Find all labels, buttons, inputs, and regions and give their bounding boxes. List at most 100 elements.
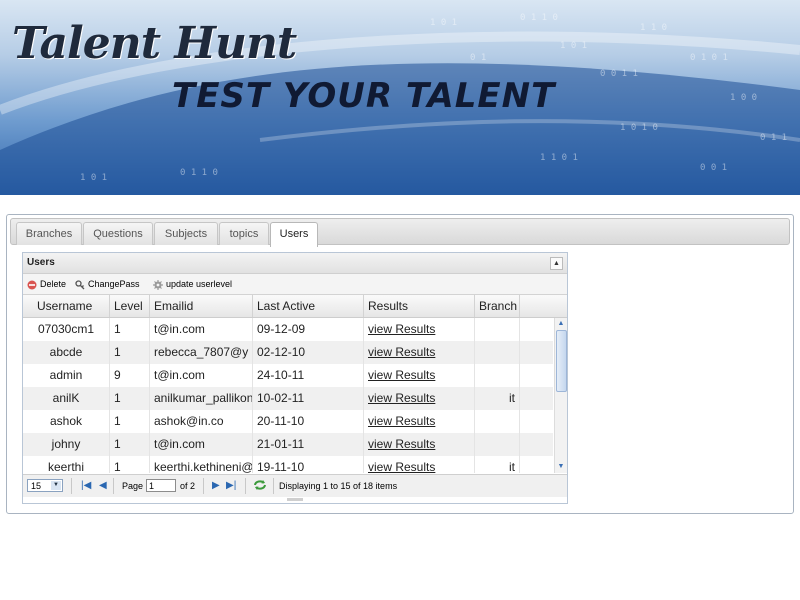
grid-pager: 15 ▼ |◀ ◀ Page 1 of 2 ▶ ▶| Displaying 1 … [23,474,567,497]
cell-last-active: 24-10-11 [253,364,364,387]
table-row[interactable]: keerthi 1 keerthi.kethineni@ 19-11-10 vi… [23,456,553,473]
table-row[interactable]: ashok 1 ashok@in.co 20-11-10 view Result… [23,410,553,433]
svg-text:0 0 1 1: 0 0 1 1 [600,69,638,79]
scroll-thumb[interactable] [556,330,567,392]
tab-subjects[interactable]: Subjects [154,222,218,245]
pager-display-text: Displaying 1 to 15 of 18 items [279,481,398,491]
grid-title: Users [27,257,55,268]
col-header-username[interactable]: Username [23,295,110,317]
cell-username: admin [23,364,110,387]
view-results-link[interactable]: view Results [368,460,435,473]
svg-text:1 0 1 0: 1 0 1 0 [620,123,658,133]
cell-username: anilK [23,387,110,410]
svg-text:1 0 0: 1 0 0 [730,93,757,103]
cell-email: anilkumar_pallikon [150,387,253,410]
cell-branch [475,318,520,341]
page-size-select[interactable]: 15 ▼ [27,479,63,492]
page-of-label: of 2 [180,481,196,491]
cell-email: t@in.com [150,364,253,387]
table-row[interactable]: abcde 1 rebecca_7807@y 02-12-10 view Res… [23,341,553,364]
prev-page-icon[interactable]: ◀ [99,480,107,492]
cell-branch [475,410,520,433]
tab-topics[interactable]: topics [219,222,269,245]
table-row[interactable]: admin 9 t@in.com 24-10-11 view Results [23,364,553,387]
delete-button[interactable]: Delete [27,278,66,291]
scroll-up-icon[interactable]: ▲ [556,319,566,329]
vertical-scrollbar[interactable]: ▲ ▼ [554,318,567,473]
changepass-button[interactable]: ChangePass [75,278,140,291]
table-row[interactable]: 07030cm1 1 t@in.com 09-12-09 view Result… [23,318,553,341]
cell-username: abcde [23,341,110,364]
pager-separator [71,478,72,494]
col-header-emailid[interactable]: Emailid [150,295,253,317]
cell-last-active: 20-11-10 [253,410,364,433]
view-results-link[interactable]: view Results [368,368,435,382]
col-header-level[interactable]: Level [110,295,150,317]
cell-branch [475,433,520,456]
pager-separator [273,478,274,494]
changepass-label: ChangePass [88,279,140,289]
view-results-link[interactable]: view Results [368,391,435,405]
svg-text:1 0 1: 1 0 1 [430,18,457,28]
svg-text:1 0 1: 1 0 1 [80,173,107,183]
cell-username: ashok [23,410,110,433]
svg-text:0 1 1 0: 0 1 1 0 [180,168,218,178]
cell-level: 1 [110,387,150,410]
first-page-icon[interactable]: |◀ [81,480,91,492]
update-userlevel-button[interactable]: update userlevel [153,278,232,291]
cell-email: t@in.com [150,433,253,456]
tab-branches[interactable]: Branches [16,222,82,245]
tab-panel: Branches Questions Subjects topics Users… [6,214,794,514]
cell-username: johny [23,433,110,456]
svg-text:1 1 0 1: 1 1 0 1 [540,153,578,163]
cell-last-active: 10-02-11 [253,387,364,410]
cell-level: 9 [110,364,150,387]
gear-icon [153,279,163,290]
update-userlevel-label: update userlevel [166,279,233,289]
cell-email: ashok@in.co [150,410,253,433]
col-header-results[interactable]: Results [364,295,475,317]
svg-text:1 1 0: 1 1 0 [640,23,667,33]
grid-header: Username Level Emailid Last Active Resul… [23,295,567,318]
grid-resize-handle[interactable] [287,498,303,501]
cell-level: 1 [110,456,150,473]
cell-username: 07030cm1 [23,318,110,341]
delete-icon [27,280,37,290]
brand-logo-title: Talent Hunt [12,18,297,69]
cell-username: keerthi [23,456,110,473]
cell-email: keerthi.kethineni@ [150,456,253,473]
page-number-input[interactable]: 1 [146,479,176,492]
cell-last-active: 02-12-10 [253,341,364,364]
col-header-branch[interactable]: Branch [475,295,520,317]
table-row[interactable]: johny 1 t@in.com 21-01-11 view Results [23,433,553,456]
last-page-icon[interactable]: ▶| [226,480,236,492]
view-results-link[interactable]: view Results [368,437,435,451]
cell-last-active: 21-01-11 [253,433,364,456]
refresh-icon[interactable] [253,479,267,495]
cell-level: 1 [110,410,150,433]
cell-level: 1 [110,433,150,456]
table-row[interactable]: anilK 1 anilkumar_pallikon 10-02-11 view… [23,387,553,410]
collapse-icon[interactable]: ▲ [550,257,563,270]
delete-label: Delete [40,279,67,289]
pager-separator [203,478,204,494]
col-header-last-active[interactable]: Last Active [253,295,364,317]
cell-branch [475,364,520,387]
scroll-down-icon[interactable]: ▼ [556,462,566,472]
tab-users[interactable]: Users [270,222,318,247]
view-results-link[interactable]: view Results [368,322,435,336]
svg-text:0 1 1: 0 1 1 [760,133,787,143]
tab-bar: Branches Questions Subjects topics Users [10,218,790,247]
next-page-icon[interactable]: ▶ [212,480,220,492]
svg-text:1 0 1: 1 0 1 [560,41,587,51]
grid-body: 07030cm1 1 t@in.com 09-12-09 view Result… [23,318,553,473]
view-results-link[interactable]: view Results [368,414,435,428]
view-results-link[interactable]: view Results [368,345,435,359]
cell-branch: it [475,387,520,410]
page-size-value: 15 [31,481,42,491]
tab-questions[interactable]: Questions [83,222,153,245]
users-grid: Users ▲ Delete ChangePass update userlev… [22,252,568,504]
svg-text:0 1 0 1: 0 1 0 1 [690,53,728,63]
page-label: Page [122,481,144,491]
header-banner: 0 1 1 0 1 0 1 0 0 1 1 1 1 0 0 1 0 1 1 0 0 0… [0,0,800,195]
